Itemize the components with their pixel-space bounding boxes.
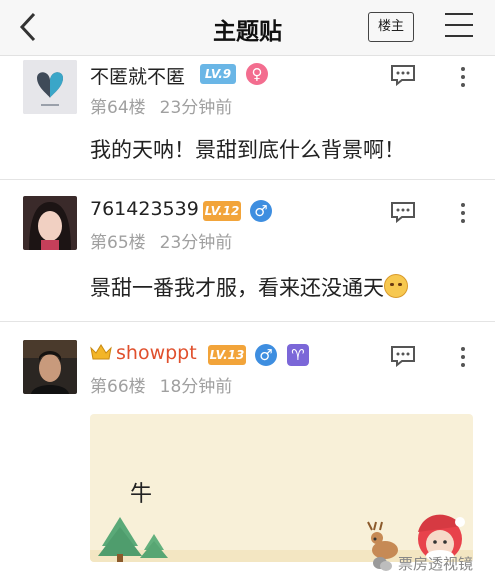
more-options-icon[interactable] [459, 203, 467, 225]
comment-icon[interactable] [390, 345, 416, 367]
post-time: 23分钟前 [159, 98, 233, 118]
post-content: 我的天呐！景甜到底什么背景啊！ [90, 138, 405, 162]
floor-number: 第64楼 [90, 98, 146, 118]
top-nav-bar: 主题贴 楼主 [0, 0, 495, 56]
menu-icon[interactable] [445, 13, 473, 39]
watermark-text: 票房透视镜 [398, 555, 474, 573]
username[interactable]: 761423539 [90, 198, 199, 220]
post-time: 18分钟前 [159, 377, 233, 397]
floor-number: 第66楼 [90, 377, 146, 397]
back-arrow-icon[interactable] [14, 10, 44, 44]
watermark: 票房透视镜 [372, 553, 473, 574]
level-badge: LV.12 [203, 201, 241, 221]
post-content: 景甜一番我才服，看来还没通天 [90, 272, 408, 302]
more-options-icon[interactable] [459, 67, 467, 89]
male-icon: ♂ [255, 344, 277, 366]
post-meta: 第65楼 23分钟前 [90, 228, 232, 253]
christmas-decoration-illustration [90, 514, 473, 562]
female-icon: ♀ [246, 63, 268, 85]
page-title: 主题贴 [213, 19, 282, 45]
post-item: 761423539 LV.12 ♂ 第65楼 23分钟前 景甜一番我才服，看来还没… [0, 180, 495, 322]
christmas-content-card: 牛 [90, 414, 473, 562]
post-item: 不匿就不匿 LV.9 ♀ 第64楼 23分钟前 我的天呐！景甜到底什么背景啊！ [0, 56, 495, 180]
comment-icon[interactable] [390, 201, 416, 223]
level-badge: LV.13 [208, 345, 246, 365]
post-content-text: 景甜一番我才服，看来还没通天 [90, 276, 384, 300]
avatar[interactable] [23, 60, 77, 114]
vip-crown-icon [90, 344, 112, 360]
aries-zodiac-icon: ♈ [287, 344, 309, 366]
avatar[interactable] [23, 340, 77, 394]
avatar[interactable] [23, 196, 77, 250]
smile-emoji-icon [384, 274, 408, 298]
username[interactable]: 不匿就不匿 [90, 62, 185, 89]
level-badge: LV.9 [200, 64, 236, 84]
wechat-logo-icon [373, 557, 392, 571]
username[interactable]: showppt [90, 342, 197, 364]
username-text: showppt [116, 342, 197, 364]
more-options-icon[interactable] [459, 347, 467, 369]
owner-only-button[interactable]: 楼主 [368, 12, 414, 42]
post-meta: 第66楼 18分钟前 [90, 372, 232, 397]
post-meta: 第64楼 23分钟前 [90, 93, 232, 118]
comment-icon[interactable] [390, 64, 416, 86]
male-icon: ♂ [250, 200, 272, 222]
post-time: 23分钟前 [159, 233, 233, 253]
floor-number: 第65楼 [90, 233, 146, 253]
